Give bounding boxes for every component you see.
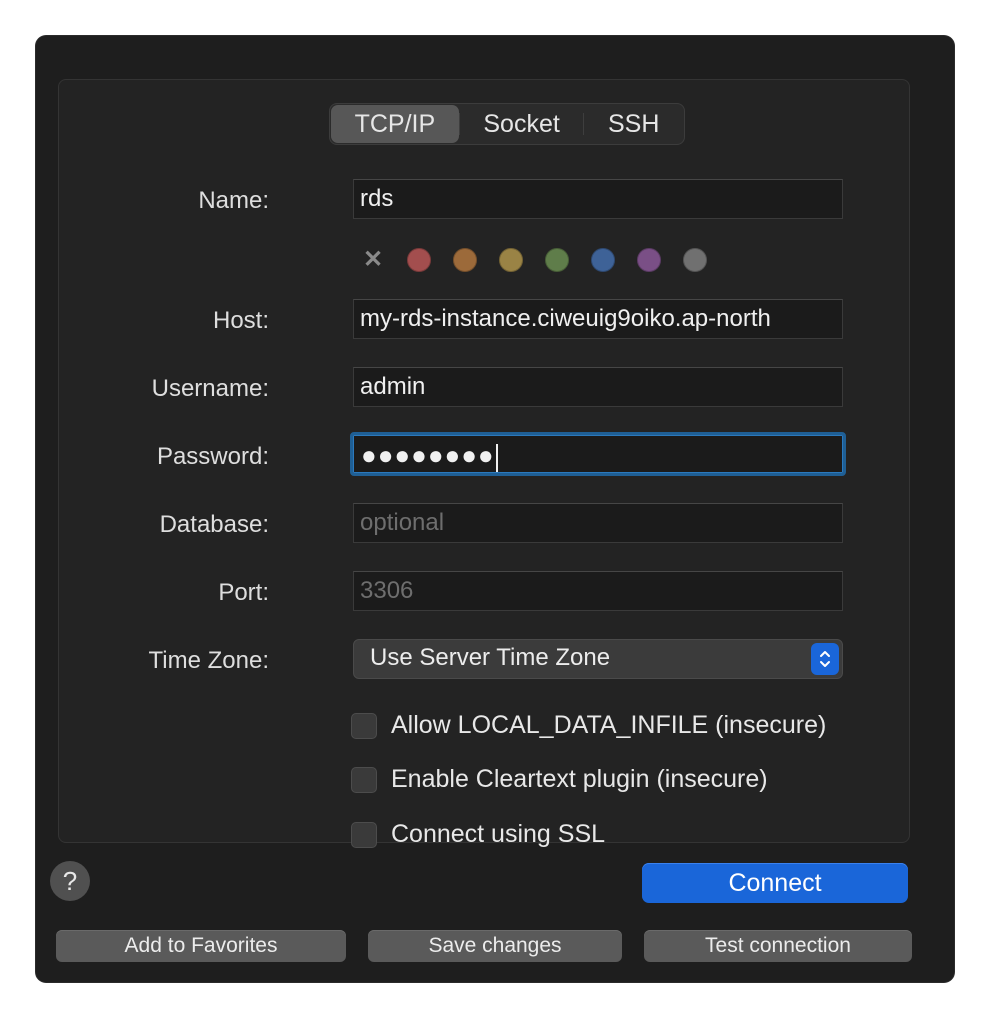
color-tag-purple[interactable] [637, 248, 661, 272]
timezone-value: Use Server Time Zone [370, 644, 611, 671]
host-field[interactable]: my-rds-instance.ciweuig9oiko.ap-north [353, 299, 843, 339]
connection-window: TCP/IP Socket SSH Name: rds ✕ Host: my-r… [36, 36, 954, 982]
color-tag-green[interactable] [545, 248, 569, 272]
clear-color-icon[interactable]: ✕ [361, 248, 385, 272]
tab-tcp-ip[interactable]: TCP/IP [331, 105, 459, 143]
connection-panel: TCP/IP Socket SSH Name: rds ✕ Host: my-r… [58, 79, 910, 848]
ssl-option[interactable]: Connect using SSL [351, 820, 605, 849]
ssl-checkbox[interactable] [351, 821, 377, 848]
allow-local-infile-checkbox[interactable] [351, 712, 377, 739]
test-connection-button[interactable]: Test connection [644, 930, 912, 962]
allow-local-infile-label: Allow LOCAL_DATA_INFILE (insecure) [391, 711, 827, 739]
allow-local-infile-option[interactable]: Allow LOCAL_DATA_INFILE (insecure) [351, 711, 826, 740]
cleartext-plugin-checkbox[interactable] [351, 766, 377, 793]
name-label: Name: [198, 187, 269, 214]
connect-button[interactable]: Connect [642, 863, 908, 903]
connection-type-tabs: TCP/IP Socket SSH [329, 103, 685, 145]
username-label: Username: [151, 375, 269, 402]
color-tag-blue[interactable] [591, 248, 615, 272]
password-label: Password: [156, 443, 269, 470]
database-field[interactable]: optional [353, 503, 843, 543]
port-label: Port: [218, 579, 269, 606]
tab-ssh[interactable]: SSH [584, 105, 683, 143]
help-button[interactable]: ? [50, 861, 90, 901]
name-field[interactable]: rds [353, 179, 843, 219]
text-caret [495, 443, 498, 472]
port-field[interactable]: 3306 [353, 571, 843, 611]
chevron-up-down-icon [811, 643, 839, 675]
username-field[interactable]: admin [353, 367, 843, 407]
host-label: Host: [212, 307, 269, 334]
color-tag-gray[interactable] [683, 248, 707, 272]
timezone-label: Time Zone: [148, 647, 269, 674]
save-changes-button[interactable]: Save changes [368, 930, 622, 962]
color-tag-yellow[interactable] [499, 248, 523, 272]
color-tag-picker: ✕ [361, 248, 707, 272]
cleartext-plugin-label: Enable Cleartext plugin (insecure) [391, 765, 768, 793]
cleartext-plugin-option[interactable]: Enable Cleartext plugin (insecure) [351, 765, 768, 794]
timezone-select[interactable]: Use Server Time Zone [353, 639, 843, 679]
ssl-label: Connect using SSL [391, 820, 606, 848]
password-value: ●●●●●●●● [361, 440, 495, 470]
tab-socket[interactable]: Socket [460, 105, 584, 143]
add-to-favorites-button[interactable]: Add to Favorites [56, 930, 346, 962]
color-tag-orange[interactable] [453, 248, 477, 272]
color-tag-red[interactable] [407, 248, 431, 272]
password-field[interactable]: ●●●●●●●● [350, 432, 846, 476]
database-label: Database: [159, 511, 269, 538]
